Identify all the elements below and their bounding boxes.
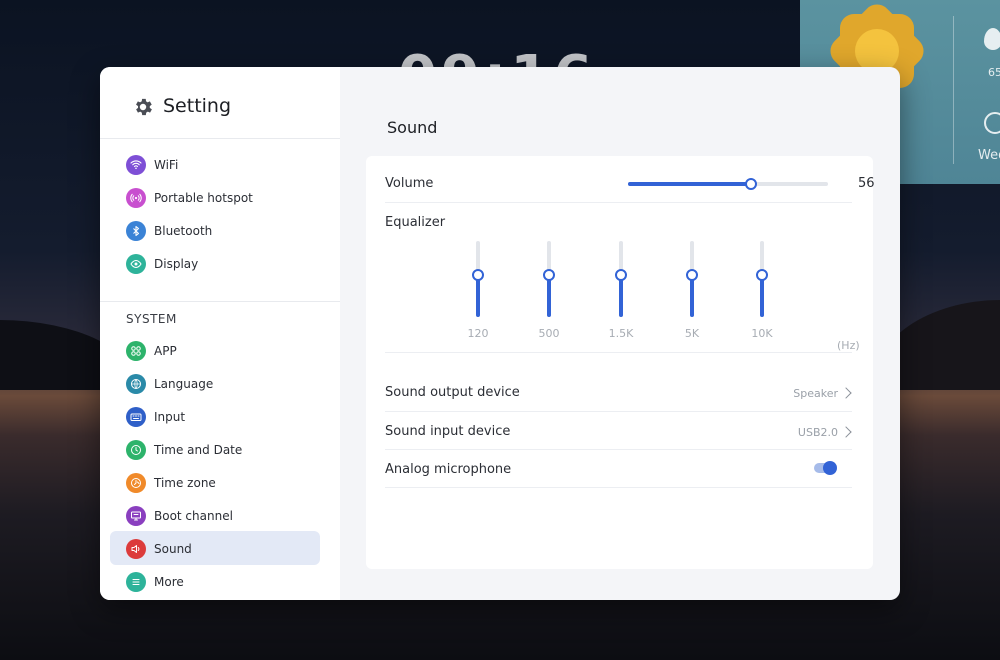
equalizer-row: Equalizer 120 500 1.5K 5K 10K (Hz) [385, 203, 860, 353]
sidebar-item-label: Boot channel [154, 508, 233, 523]
sidebar-item-wifi[interactable]: WiFi [100, 148, 340, 181]
bluetooth-icon [126, 220, 146, 241]
sidebar-item-label: More [154, 574, 184, 589]
sound-input-device-label: Sound input device [385, 424, 511, 439]
sound-input-device-value: USB2.0 [797, 426, 838, 439]
volume-label: Volume [385, 176, 434, 191]
sound-settings-card: Volume 56 Equalizer 120 500 1.5K 5K 10K (Hz)… [366, 156, 875, 569]
equalizer-slider-handle[interactable] [686, 269, 698, 282]
analog-microphone-label: Analog microphone [385, 462, 512, 477]
equalizer-slider-fill [547, 275, 551, 317]
sidebar-item-time-zone[interactable]: Time zone [100, 466, 340, 499]
wifi-icon [126, 154, 146, 175]
equalizer-band-label: 10K [751, 327, 773, 340]
sidebar-item-bluetooth[interactable]: Bluetooth [100, 214, 340, 247]
sound-output-device-value: Speaker [793, 387, 838, 400]
equalizer-band-5k: 5K [672, 241, 712, 341]
page-title: Sound [387, 118, 438, 137]
globe-icon [126, 373, 146, 394]
weather-humidity: 65 [988, 66, 1000, 79]
sidebar-divider [100, 301, 340, 302]
volume-row: Volume 56 [385, 156, 875, 203]
eye-icon [126, 253, 146, 274]
equalizer-slider-fill [476, 275, 480, 317]
sidebar-item-label: Portable hotspot [154, 190, 253, 205]
sidebar-item-portable-hotspot[interactable]: Portable hotspot [100, 181, 340, 214]
weather-small-sun-icon [984, 112, 1000, 134]
equalizer-slider-fill [690, 275, 694, 317]
analog-microphone-row: Analog microphone [385, 450, 852, 488]
equalizer-slider-fill [619, 275, 623, 317]
equalizer-band-label: 1.5K [608, 327, 634, 340]
sidebar-item-more[interactable]: More [100, 565, 340, 598]
equalizer-unit: (Hz) [837, 339, 860, 352]
equalizer-band-10k: 10K [742, 241, 782, 341]
app-grid-icon [126, 340, 146, 361]
equalizer-slider-handle[interactable] [615, 269, 627, 282]
sidebar-item-label: Sound [154, 541, 192, 556]
sound-output-device-row[interactable]: Sound output device Speaker [385, 374, 852, 412]
sidebar-item-display[interactable]: Display [100, 247, 340, 280]
keyboard-icon [126, 406, 146, 427]
weather-divider [953, 16, 954, 164]
sidebar-title: Setting [163, 95, 232, 117]
sidebar-item-label: Input [154, 409, 186, 424]
sidebar-item-label: WiFi [154, 157, 179, 172]
sidebar-item-boot-channel[interactable]: Boot channel [100, 499, 340, 532]
system-group-label: SYSTEM [126, 312, 177, 326]
sidebar-item-input[interactable]: Input [100, 400, 340, 433]
chevron-right-icon [840, 426, 852, 438]
equalizer-band-1.5k: 1.5K [601, 241, 641, 341]
settings-panel: Setting WiFi Portable hotspot Bluetooth Dis… [100, 67, 900, 600]
sidebar-item-language[interactable]: Language [100, 367, 340, 400]
sidebar: Setting WiFi Portable hotspot Bluetooth Dis… [100, 67, 340, 600]
sound-output-device-label: Sound output device [385, 385, 520, 400]
toggle-knob [823, 461, 837, 475]
network-nav-group: WiFi Portable hotspot Bluetooth Display [100, 148, 340, 280]
sidebar-header: Setting [100, 67, 340, 139]
hotspot-icon [126, 187, 146, 208]
equalizer-band-500: 500 [529, 241, 569, 341]
humidity-icon [984, 28, 1000, 50]
equalizer-label: Equalizer [385, 215, 446, 230]
volume-slider-fill [628, 182, 752, 186]
system-nav-group: APP Language Input Time and Date Time zone Bo… [100, 334, 340, 598]
volume-slider[interactable] [628, 178, 828, 190]
sidebar-item-label: Time and Date [154, 442, 243, 457]
clock-icon [126, 439, 146, 460]
sidebar-item-sound[interactable]: Sound [100, 532, 340, 565]
speaker-icon [126, 538, 146, 559]
volume-slider-handle[interactable] [745, 178, 758, 190]
sidebar-item-label: APP [154, 343, 177, 358]
equalizer-slider-handle[interactable] [472, 269, 484, 282]
equalizer-band-label: 500 [538, 327, 560, 340]
equalizer-band-120: 120 [458, 241, 498, 341]
timezone-icon [126, 472, 146, 493]
equalizer-band-label: 5K [684, 327, 700, 340]
equalizer-slider-handle[interactable] [543, 269, 555, 282]
menu-icon [126, 571, 146, 592]
monitor-icon [126, 505, 146, 526]
equalizer-band-label: 120 [467, 327, 489, 340]
weather-day: Wed [978, 148, 1000, 163]
analog-microphone-toggle[interactable] [814, 461, 837, 475]
equalizer-slider-handle[interactable] [756, 269, 768, 282]
gear-icon [136, 98, 152, 116]
sidebar-item-label: Bluetooth [154, 223, 213, 238]
sound-input-device-row[interactable]: Sound input device USB2.0 [385, 412, 852, 450]
sidebar-item-label: Display [154, 256, 199, 271]
sidebar-item-label: Time zone [154, 475, 216, 490]
sidebar-item-label: Language [154, 376, 214, 391]
chevron-right-icon [840, 387, 852, 399]
equalizer-slider-fill [760, 275, 764, 317]
sidebar-item-app[interactable]: APP [100, 334, 340, 367]
sidebar-item-time-and-date[interactable]: Time and Date [100, 433, 340, 466]
volume-value: 56 [858, 176, 875, 191]
